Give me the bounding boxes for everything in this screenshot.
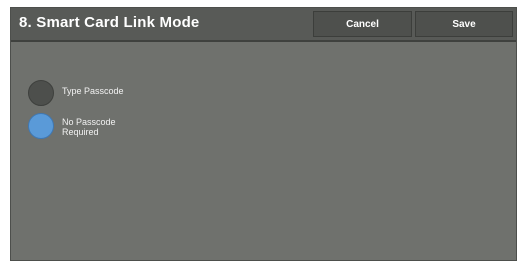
option-type-passcode[interactable]: Type Passcode [28, 80, 188, 108]
radio-button-selected[interactable] [28, 113, 54, 139]
option-label: Type Passcode [62, 86, 124, 96]
page-title: 8. Smart Card Link Mode [19, 14, 200, 31]
radio-button-unselected[interactable] [28, 80, 54, 106]
option-label: No Passcode Required [62, 117, 116, 137]
save-button[interactable]: Save [415, 11, 513, 37]
header-bar: 8. Smart Card Link Mode Cancel Save [11, 8, 516, 42]
option-no-passcode-required[interactable]: No Passcode Required [28, 113, 188, 143]
cancel-button[interactable]: Cancel [313, 11, 412, 37]
smart-card-link-mode-screen: 8. Smart Card Link Mode Cancel Save Type… [10, 7, 517, 261]
